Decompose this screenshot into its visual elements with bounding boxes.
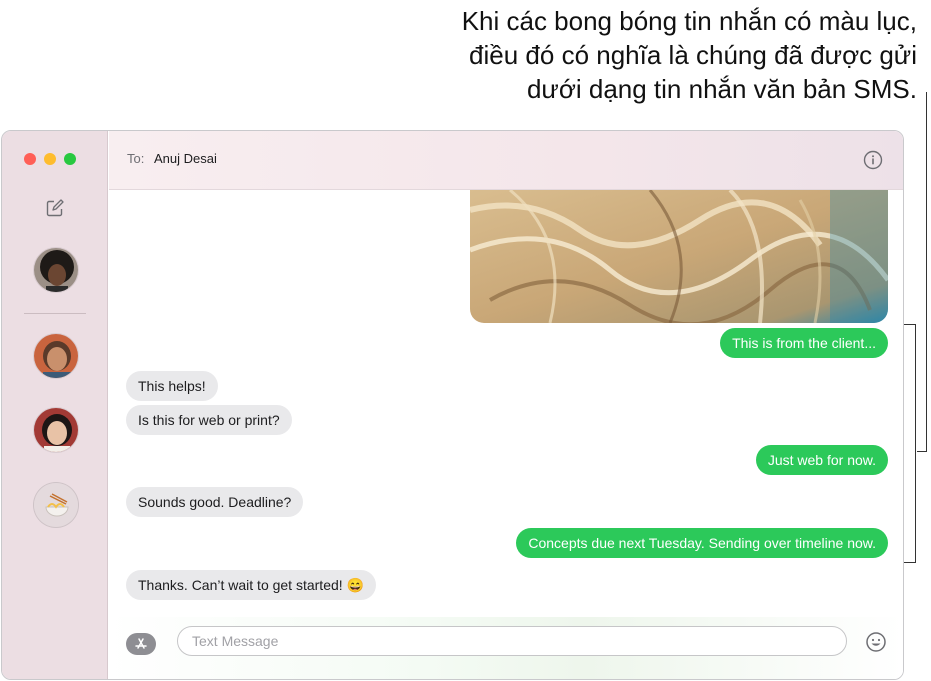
received-message-bubble[interactable]: Thanks. Can’t wait to get started! 😄: [126, 570, 376, 600]
sent-message-bubble[interactable]: This is from the client...: [720, 328, 888, 358]
recipient-name[interactable]: Anuj Desai: [154, 151, 217, 166]
info-button[interactable]: [863, 150, 883, 170]
apps-button[interactable]: [126, 633, 156, 655]
avatar: [34, 248, 78, 292]
message-composer: [109, 617, 903, 679]
window-controls: [24, 153, 76, 165]
sent-message-bubble[interactable]: Just web for now.: [755, 445, 888, 475]
conversation-avatar-2[interactable]: [33, 333, 79, 379]
emoji-button[interactable]: [865, 631, 887, 653]
received-message-bubble[interactable]: Is this for web or print?: [126, 405, 292, 435]
shared-photo[interactable]: [470, 190, 888, 323]
conversation-avatar-3[interactable]: [33, 407, 79, 453]
conversation-header: To: Anuj Desai: [109, 131, 903, 190]
avatar: [34, 408, 78, 452]
received-message-bubble[interactable]: This helps!: [126, 371, 218, 401]
callout-line: dưới dạng tin nhắn văn bản SMS.: [526, 74, 917, 104]
sidebar: [2, 131, 108, 679]
sidebar-divider: [24, 313, 86, 314]
callout-bracket: [904, 324, 916, 563]
message-input[interactable]: [177, 626, 847, 656]
callout-line: điều đó có nghĩa là chúng đã được gửi: [469, 40, 917, 70]
sent-message-bubble[interactable]: Concepts due next Tuesday. Sending over …: [516, 528, 888, 558]
conversation-pane: To: Anuj Desai This is from the client..…: [109, 131, 903, 679]
compose-button[interactable]: [44, 197, 66, 219]
zoom-window-button[interactable]: [64, 153, 76, 165]
conversation-avatar-4[interactable]: [33, 482, 79, 528]
conversation-avatar-1[interactable]: [33, 247, 79, 293]
callout-leader-line: [926, 92, 927, 452]
minimize-window-button[interactable]: [44, 153, 56, 165]
emoji-icon: [866, 632, 886, 652]
app-store-icon: [135, 638, 147, 649]
callout-leader-tick: [917, 451, 927, 452]
compose-icon: [46, 199, 64, 217]
avatar: [34, 334, 78, 378]
close-window-button[interactable]: [24, 153, 36, 165]
noodle-bowl-icon: [34, 483, 78, 527]
callout-line: Khi các bong bóng tin nhắn có màu lục,: [461, 6, 917, 36]
callout-text: Khi các bong bóng tin nhắn có màu lục, đ…: [357, 4, 917, 106]
info-icon: [863, 150, 883, 170]
received-message-bubble[interactable]: Sounds good. Deadline?: [126, 487, 304, 517]
hair-photo-image: [470, 190, 888, 323]
to-label: To:: [127, 151, 145, 166]
messages-window: To: Anuj Desai This is from the client..…: [1, 130, 904, 680]
